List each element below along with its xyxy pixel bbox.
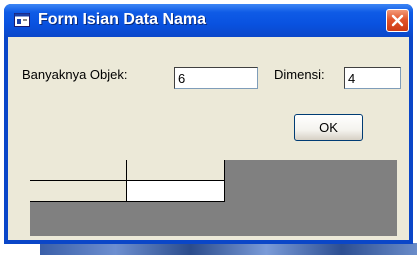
- background-window-strip: [40, 243, 417, 255]
- dimension-label: Dimensi:: [274, 67, 325, 82]
- ok-button[interactable]: OK: [294, 114, 363, 141]
- grid-header-cell[interactable]: [127, 160, 225, 181]
- objects-input[interactable]: 6: [174, 67, 258, 89]
- dimension-input[interactable]: 4: [344, 67, 401, 89]
- objects-label: Banyaknya Objek:: [22, 67, 128, 82]
- window-title: Form Isian Data Nama: [38, 11, 207, 28]
- form-client-area: Banyaknya Objek: 6 Dimensi: 4 OK: [8, 37, 409, 240]
- form-window: Form Isian Data Nama Banyaknya Objek: 6 …: [4, 4, 413, 244]
- data-grid[interactable]: [30, 160, 397, 236]
- grid-data-cell[interactable]: [127, 181, 225, 202]
- close-button[interactable]: [386, 9, 409, 32]
- grid-header-cell[interactable]: [30, 160, 127, 181]
- form-app-icon: [14, 13, 30, 27]
- title-bar[interactable]: Form Isian Data Nama: [4, 4, 413, 37]
- close-icon: [391, 14, 404, 27]
- grid-row-header-cell[interactable]: [30, 181, 127, 202]
